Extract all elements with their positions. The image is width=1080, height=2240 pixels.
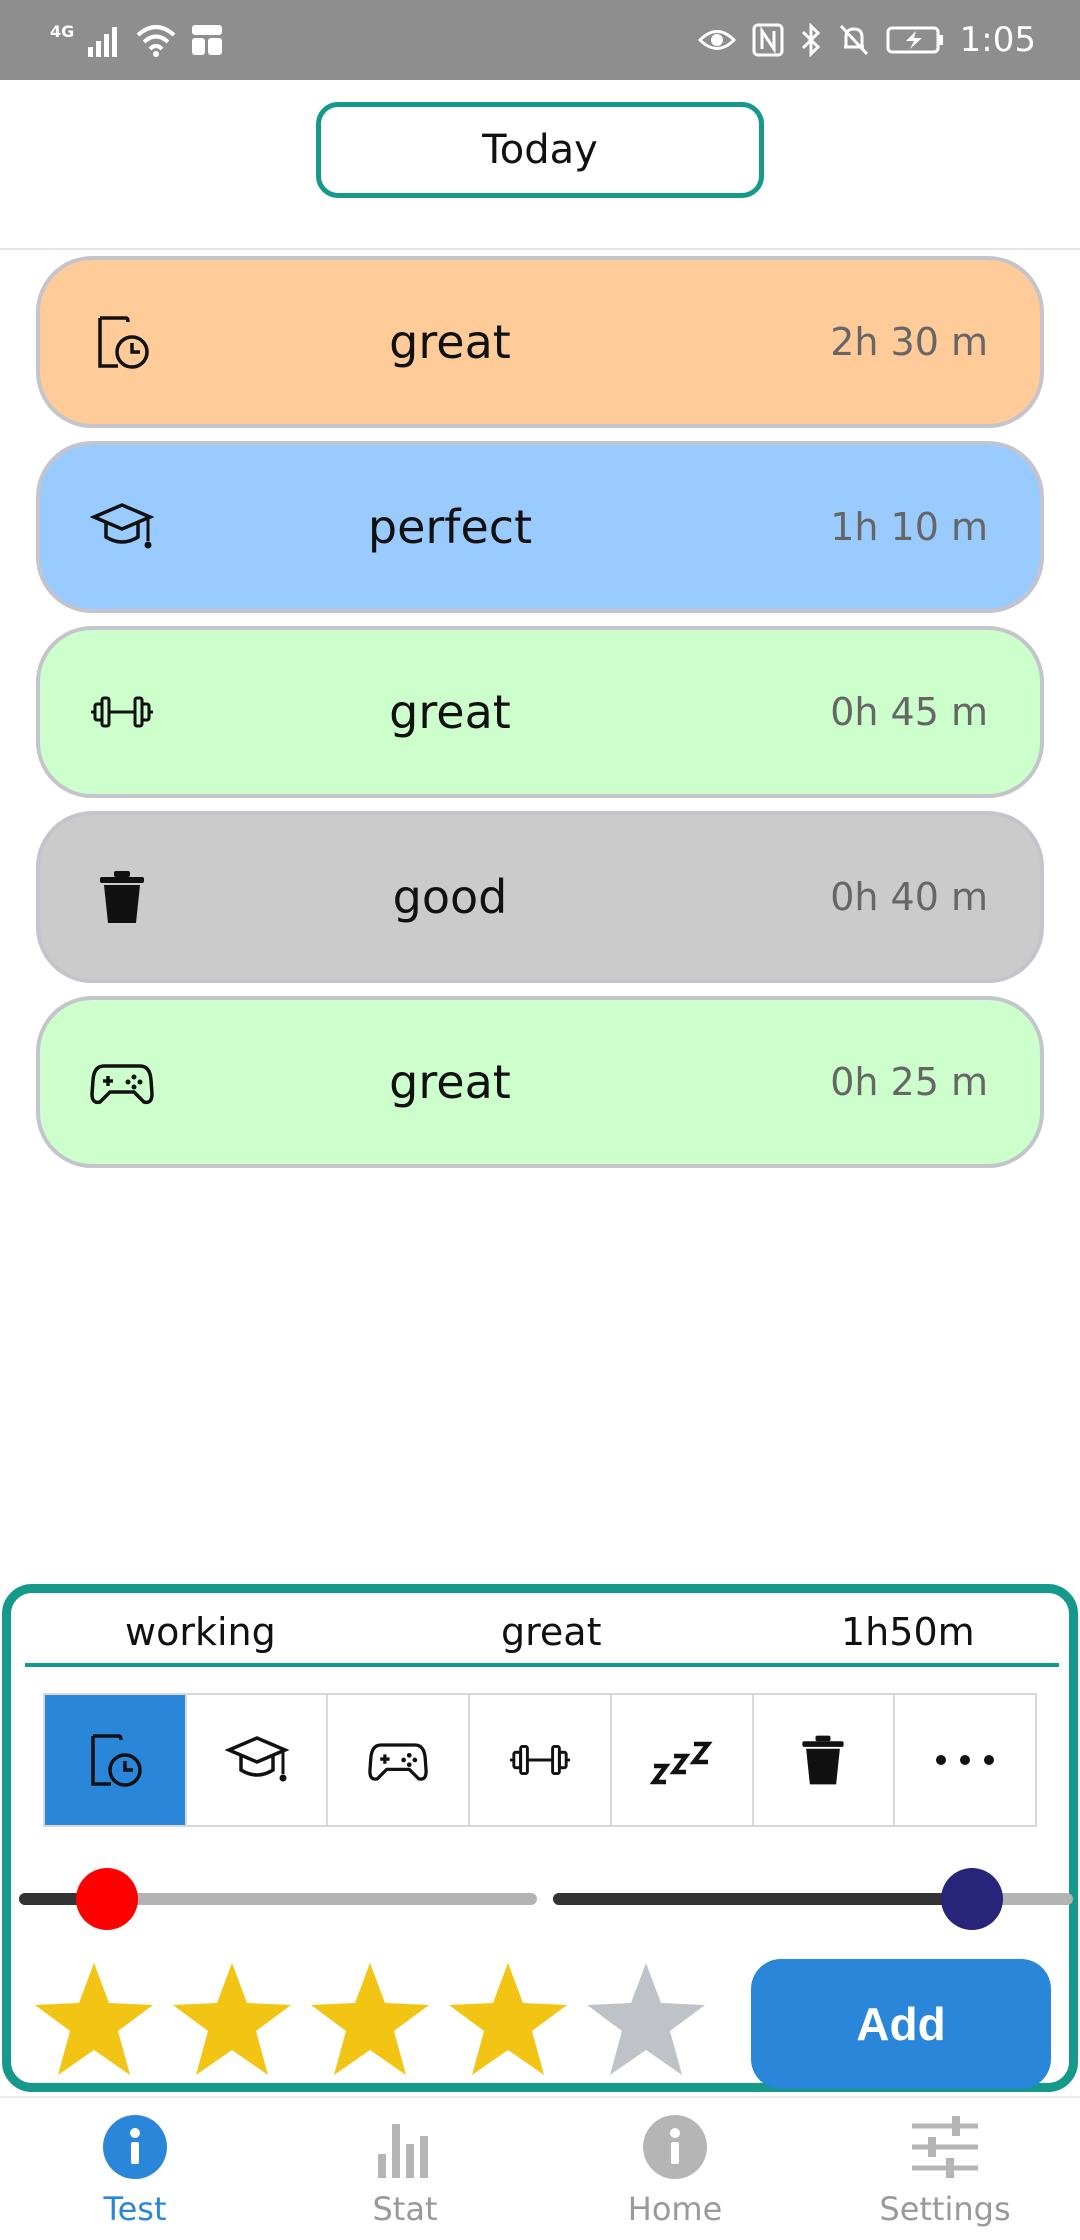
- nav-home[interactable]: Home: [540, 2098, 810, 2240]
- sliders-icon: [912, 2116, 978, 2178]
- list-item[interactable]: great 0h 25 m: [36, 996, 1044, 1168]
- status-right: 1:05: [697, 18, 1036, 62]
- star-icon[interactable]: [583, 1959, 709, 2079]
- nav-settings[interactable]: Settings: [810, 2098, 1080, 2240]
- nav-stat[interactable]: Stat: [270, 2098, 540, 2240]
- bottom-navigation: Test Stat Home Settings: [0, 2096, 1080, 2240]
- entry-duration: 0h 40 m: [830, 875, 988, 919]
- nav-label: Test: [103, 2190, 167, 2228]
- summary-rating: great: [501, 1610, 602, 1654]
- category-study[interactable]: [186, 1695, 329, 1825]
- nfc-icon: [752, 23, 784, 57]
- category-sport[interactable]: [470, 1695, 612, 1825]
- entry-rating: great: [389, 685, 511, 739]
- category-sleep[interactable]: [611, 1695, 754, 1825]
- star-icon[interactable]: [169, 1959, 295, 2079]
- bluetooth-icon: [801, 23, 820, 57]
- star-icon[interactable]: [445, 1959, 571, 2079]
- status-time: 1:05: [959, 20, 1036, 60]
- clock-document-icon: [91, 1734, 142, 1787]
- nav-label: Home: [627, 2190, 723, 2228]
- entry-duration: 0h 25 m: [830, 1060, 988, 1104]
- wifi-icon: [136, 25, 176, 57]
- more-icon: [936, 1755, 995, 1765]
- eye-icon: [697, 30, 736, 50]
- entry-rating: perfect: [367, 500, 533, 554]
- info-icon: [643, 2115, 707, 2179]
- add-entry-panel: working great 1h50m Add: [2, 1584, 1078, 2092]
- summary-duration: 1h50m: [841, 1610, 975, 1654]
- nav-label: Settings: [879, 2190, 1011, 2228]
- sleep-icon: [649, 1741, 713, 1785]
- status-left: 4G: [50, 18, 224, 62]
- app-notification-icon: [192, 25, 223, 55]
- today-button[interactable]: Today: [316, 102, 764, 198]
- duration-slider-fill: [553, 1893, 975, 1905]
- category-selector: [43, 1693, 1037, 1827]
- info-icon: [103, 2115, 167, 2179]
- entry-duration: 0h 45 m: [830, 690, 988, 734]
- add-button[interactable]: Add: [751, 1959, 1051, 2089]
- dumbbell-icon: [509, 1744, 571, 1776]
- star-icon[interactable]: [31, 1959, 157, 2079]
- header: Today: [0, 80, 1080, 250]
- entry-duration: 2h 30 m: [830, 320, 988, 364]
- category-chores[interactable]: [753, 1695, 896, 1825]
- entry-rating: good: [392, 870, 508, 924]
- battery-icon: [886, 26, 943, 54]
- graduation-cap-icon: [224, 1736, 289, 1782]
- rating-slider-thumb[interactable]: [76, 1868, 138, 1930]
- entry-list: great 2h 30 m perfect 1h 10 m great 0h 4…: [36, 256, 1044, 1181]
- nav-test[interactable]: Test: [0, 2098, 270, 2240]
- category-more[interactable]: [895, 1695, 1036, 1825]
- category-working[interactable]: [45, 1695, 187, 1825]
- duration-slider-thumb[interactable]: [941, 1868, 1003, 1930]
- entry-summary: working great 1h50m: [25, 1601, 1059, 1667]
- category-gaming[interactable]: [328, 1695, 471, 1825]
- mute-bell-icon: [839, 24, 868, 56]
- list-item[interactable]: great 0h 45 m: [36, 626, 1044, 798]
- list-item[interactable]: good 0h 40 m: [36, 811, 1044, 983]
- signal-icon: [88, 27, 118, 57]
- star-rating: [31, 1959, 709, 2079]
- star-icon[interactable]: [307, 1959, 433, 2079]
- entry-duration: 1h 10 m: [830, 505, 988, 549]
- nav-label: Stat: [372, 2190, 438, 2228]
- list-item[interactable]: perfect 1h 10 m: [36, 441, 1044, 613]
- network-label: 4G: [50, 22, 75, 41]
- gamepad-icon: [368, 1743, 429, 1781]
- summary-activity: working: [125, 1610, 276, 1654]
- entry-rating: great: [389, 315, 511, 369]
- status-bar: 4G 1:05: [0, 0, 1080, 80]
- trash-icon: [802, 1735, 845, 1785]
- list-item[interactable]: great 2h 30 m: [36, 256, 1044, 428]
- bar-chart-icon: [378, 2124, 428, 2178]
- entry-rating: great: [389, 1055, 511, 1109]
